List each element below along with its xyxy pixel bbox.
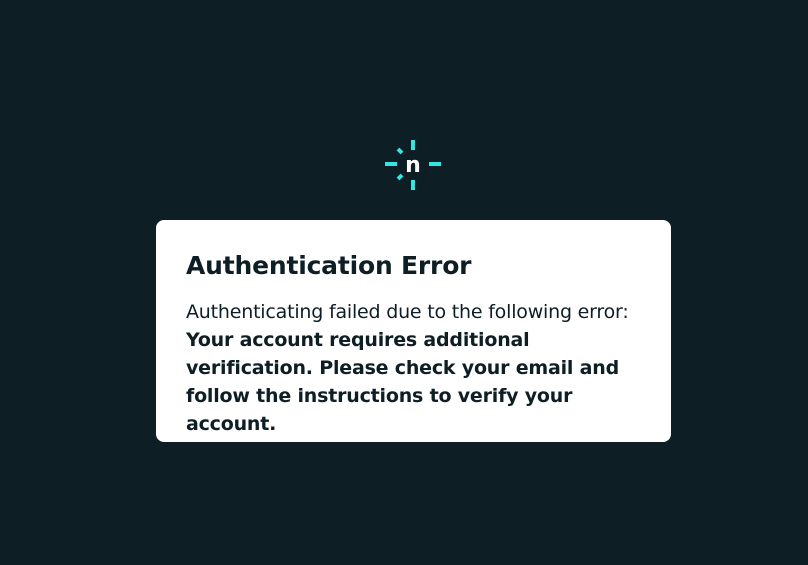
error-message: Your account requires additional verific… [186, 329, 620, 435]
logo-letter: n [405, 153, 421, 178]
netlify-logo-icon: n [385, 140, 441, 190]
error-body: Authenticating failed due to the followi… [186, 298, 641, 438]
error-card: Authentication Error Authenticating fail… [156, 220, 671, 442]
error-intro: Authenticating failed due to the followi… [186, 301, 629, 323]
page: n Authentication Error Authenticating fa… [0, 0, 808, 565]
error-title: Authentication Error [186, 251, 472, 280]
